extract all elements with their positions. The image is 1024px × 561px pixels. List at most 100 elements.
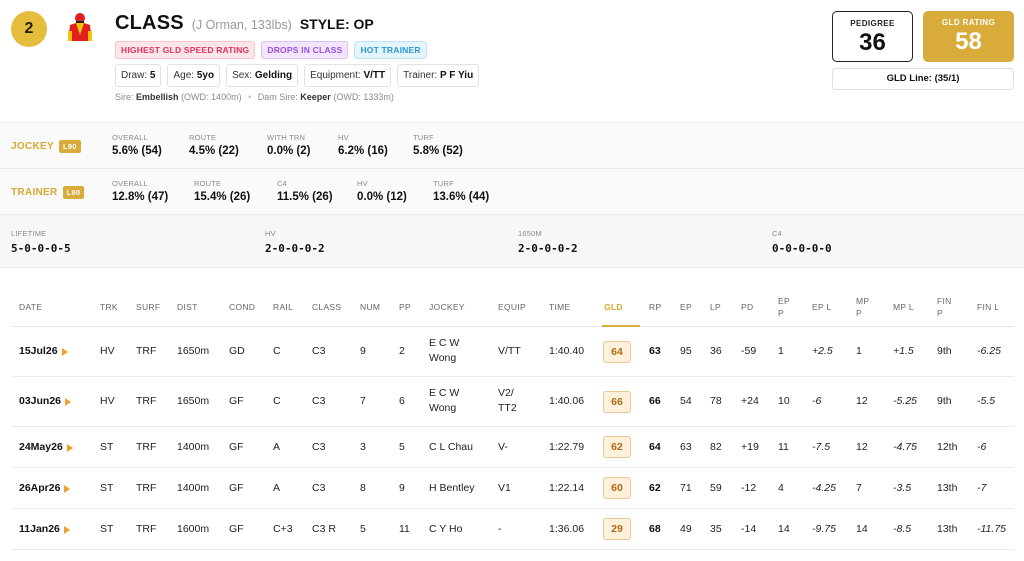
th-time[interactable]: TIME <box>549 301 571 313</box>
horse-header: 2 CLASS (J Orman, 133lbs) STYLE: OP HIGH… <box>0 0 1024 122</box>
replay-icon[interactable] <box>64 484 71 493</box>
jockey-stat-route: ROUTE 4.5% (22) <box>189 133 239 157</box>
th-num[interactable]: NUM <box>360 301 380 313</box>
jockey-stats-title: JOCKEY L90 <box>11 140 81 153</box>
running-style: STYLE: OP <box>299 16 374 32</box>
cell-class: C3 <box>312 482 326 494</box>
th-lp[interactable]: LP <box>710 301 721 313</box>
cell-ep: 63 <box>680 441 692 453</box>
th-jockey[interactable]: JOCKEY <box>429 301 465 313</box>
cell-ep: 49 <box>680 523 692 535</box>
replay-icon[interactable] <box>61 347 68 356</box>
cell-surf: TRF <box>136 523 157 535</box>
cell-time: 1:40.40 <box>549 345 585 357</box>
cell-jockey: C Y Ho <box>429 523 463 535</box>
cell-pd: +24 <box>741 395 759 407</box>
cell-surf: TRF <box>136 482 157 494</box>
cell-lp: 36 <box>710 345 722 357</box>
cell-cond: GD <box>229 345 245 357</box>
race-date[interactable]: 24May26 <box>19 440 73 455</box>
cell-equip: - <box>498 523 502 535</box>
cell-fin-p: 9th <box>937 395 952 407</box>
race-date[interactable]: 03Jun26 <box>19 394 72 409</box>
cell-gld: 66 <box>603 391 631 413</box>
th-equip[interactable]: EQUIP <box>498 301 526 313</box>
cell-mp-l: +1.5 <box>893 345 914 357</box>
th-pp[interactable]: PP <box>399 301 411 313</box>
th-fin-l[interactable]: FIN L <box>977 301 999 313</box>
th-date[interactable]: DATE <box>19 301 42 313</box>
replay-icon[interactable] <box>66 443 73 452</box>
th-trk[interactable]: TRK <box>100 301 118 313</box>
th-mp-p[interactable]: MP P <box>856 295 869 319</box>
cell-ep: 95 <box>680 345 692 357</box>
fact-trainer: Trainer: P F Yiu <box>397 64 480 87</box>
cell-fin-l: -5.5 <box>977 395 996 407</box>
cell-fin-l: -6.25 <box>977 345 1001 357</box>
th-pd[interactable]: PD <box>741 301 753 313</box>
cell-equip: V/TT <box>498 345 521 357</box>
th-rail[interactable]: RAIL <box>273 301 293 313</box>
trainer-stat-route: ROUTE 15.4% (26) <box>194 179 251 203</box>
th-fin-p[interactable]: FIN P <box>937 295 952 319</box>
cell-jockey: E C W Wong <box>429 337 460 364</box>
table-row[interactable]: 11Jan26 ST TRF 1600m GF C+3 C3 R 5 11 C … <box>11 509 1014 550</box>
cell-dist: 1650m <box>177 395 210 407</box>
th-mp-l[interactable]: MP L <box>893 301 914 313</box>
th-dist[interactable]: DIST <box>177 301 198 313</box>
horse-name: CLASS <box>115 12 184 34</box>
race-date[interactable]: 11Jan26 <box>19 522 70 537</box>
cell-dist: 1400m <box>177 482 210 494</box>
cell-ep-p: 14 <box>778 523 790 535</box>
cell-cond: GF <box>229 482 244 494</box>
cell-jockey: H Bentley <box>429 482 475 494</box>
cell-trk: ST <box>100 523 114 535</box>
th-class[interactable]: CLASS <box>312 301 341 313</box>
th-gld[interactable]: GLD <box>604 301 623 313</box>
cell-ep-l: -9.75 <box>812 523 836 535</box>
th-cond[interactable]: COND <box>229 301 255 313</box>
cell-dist: 1600m <box>177 523 210 535</box>
record-hv: HV 2-0-0-0-2 <box>265 229 325 255</box>
cell-pd: +19 <box>741 441 759 453</box>
horse-number-badge: 2 <box>11 11 47 47</box>
cell-rp: 63 <box>649 345 661 357</box>
l90-badge: L90 <box>62 186 85 199</box>
cell-rp: 66 <box>649 395 661 407</box>
cell-pd: -59 <box>741 345 757 357</box>
cell-mp-p: 1 <box>856 345 862 357</box>
cell-ep-l: +2.5 <box>812 345 833 357</box>
cell-surf: TRF <box>136 441 157 453</box>
cell-equip: V- <box>498 441 508 453</box>
cell-ep-p: 10 <box>778 395 790 407</box>
th-surf[interactable]: SURF <box>136 301 160 313</box>
cell-class: C3 <box>312 395 326 407</box>
fact-age: Age: 5yo <box>167 64 221 87</box>
table-row[interactable]: 15Jul26 HV TRF 1650m GD C C3 9 2 E C W Wo… <box>11 327 1014 377</box>
race-date[interactable]: 26Apr26 <box>19 481 71 496</box>
table-row[interactable]: 24May26 ST TRF 1400m GF A C3 3 5 C L Cha… <box>11 427 1014 468</box>
th-ep-p[interactable]: EP P <box>778 295 790 319</box>
cell-fin-p: 12th <box>937 441 958 453</box>
table-row[interactable]: 03Jun26 HV TRF 1650m GF C C3 7 6 E C W Wo… <box>11 377 1014 427</box>
th-rp[interactable]: RP <box>649 301 661 313</box>
jockey-stat-turf: TURF 5.8% (52) <box>413 133 463 157</box>
cell-rp: 64 <box>649 441 661 453</box>
tag-hot-trainer: HOT TRAINER <box>354 41 427 59</box>
th-ep[interactable]: EP <box>680 301 692 313</box>
cell-dist: 1400m <box>177 441 210 453</box>
cell-ep-l: -6 <box>812 395 822 407</box>
cell-fin-p: 13th <box>937 482 958 494</box>
cell-ep: 71 <box>680 482 692 494</box>
replay-icon[interactable] <box>63 525 70 534</box>
cell-mp-p: 7 <box>856 482 862 494</box>
table-row[interactable]: 26Apr26 ST TRF 1400m GF A C3 8 9 H Bentl… <box>11 468 1014 509</box>
jockey-stats-row: JOCKEY L90 OVERALL 5.6% (54) ROUTE 4.5% (22… <box>0 122 1024 168</box>
cell-gld: 60 <box>603 477 631 499</box>
cell-num: 7 <box>360 395 366 407</box>
replay-icon[interactable] <box>65 397 72 406</box>
race-date[interactable]: 15Jul26 <box>19 344 68 359</box>
th-ep-l[interactable]: EP L <box>812 301 831 313</box>
fact-equipment: Equipment: V/TT <box>304 64 392 87</box>
cell-cond: GF <box>229 395 244 407</box>
